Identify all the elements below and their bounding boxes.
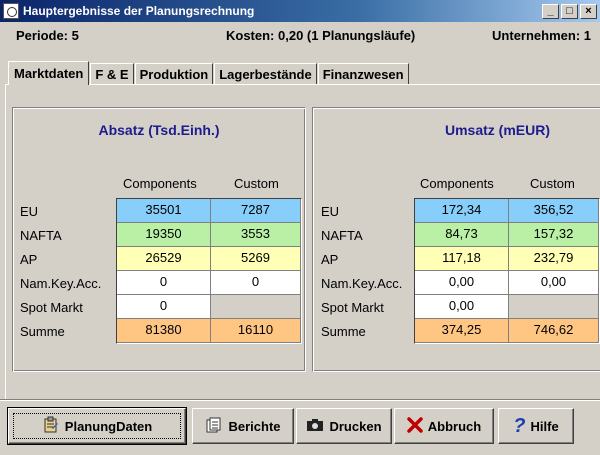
umsatz-grid: 172,34 356,52 84,73 157,32 117,18 232,79… <box>414 198 600 344</box>
umsatz-row-label: Spot Markt <box>321 300 384 315</box>
tab-strip: Marktdaten F & E Produktion Lagerbeständ… <box>8 60 410 85</box>
umsatz-cell[interactable]: 0,00 <box>415 295 509 319</box>
umsatz-cell[interactable]: 374,25 <box>415 319 509 343</box>
tab-lagerbestaende[interactable]: Lagerbestände <box>214 63 317 84</box>
absatz-cell[interactable]: 81380 <box>117 319 211 343</box>
tab-produktion[interactable]: Produktion <box>134 63 214 84</box>
tab-fe[interactable]: F & E <box>90 63 134 84</box>
info-bar: Periode: 5 Kosten: 0,20 (1 Planungsläufe… <box>16 28 591 46</box>
umsatz-col-components: Components <box>420 176 494 191</box>
absatz-col-custom: Custom <box>234 176 279 191</box>
planungdaten-button[interactable]: PlanungDaten <box>7 407 187 445</box>
report-icon <box>205 416 223 437</box>
umsatz-cell[interactable]: 84,73 <box>415 223 509 247</box>
absatz-cell[interactable]: 3553 <box>211 223 301 247</box>
absatz-cell[interactable]: 0 <box>117 295 211 319</box>
absatz-cell[interactable]: 5269 <box>211 247 301 271</box>
berichte-button[interactable]: Berichte <box>192 408 294 444</box>
planungdaten-label: PlanungDaten <box>64 418 153 434</box>
umsatz-cell-empty <box>509 295 599 319</box>
absatz-cell[interactable]: 35501 <box>117 199 211 223</box>
minimize-button[interactable]: _ <box>542 3 559 19</box>
absatz-cell[interactable]: 7287 <box>211 199 301 223</box>
absatz-cell[interactable]: 26529 <box>117 247 211 271</box>
help-question-icon: ? <box>513 415 526 437</box>
absatz-row-label: NAFTA <box>20 228 62 243</box>
umsatz-cell[interactable]: 746,62 <box>509 319 599 343</box>
camera-icon <box>306 416 324 437</box>
kosten-label: Kosten: 0,20 (1 Planungsläufe) <box>226 28 416 43</box>
title-bar: Hauptergebnisse der Planungsrechnung _ □… <box>0 0 600 22</box>
absatz-row-label: Nam.Key.Acc. <box>20 276 102 291</box>
tab-finanzwesen[interactable]: Finanzwesen <box>317 63 409 84</box>
umsatz-row-label: Summe <box>321 324 366 339</box>
cancel-x-icon <box>407 416 423 436</box>
umsatz-cell[interactable]: 232,79 <box>509 247 599 271</box>
maximize-button[interactable]: □ <box>561 3 578 19</box>
absatz-title: Absatz (Tsd.Einh.) <box>98 122 220 138</box>
umsatz-cell[interactable]: 0,00 <box>509 271 599 295</box>
umsatz-cell[interactable]: 157,32 <box>509 223 599 247</box>
absatz-cell[interactable]: 16110 <box>211 319 301 343</box>
berichte-label: Berichte <box>228 418 281 434</box>
app-icon <box>3 3 19 19</box>
absatz-row-label: EU <box>20 204 39 219</box>
umsatz-row-label: NAFTA <box>321 228 363 243</box>
umsatz-cell[interactable]: 0,00 <box>415 271 509 295</box>
absatz-row-label: Summe <box>20 324 65 339</box>
umsatz-row-label: Nam.Key.Acc. <box>321 276 403 291</box>
absatz-cell[interactable]: 0 <box>211 271 301 295</box>
unternehmen-label: Unternehmen: 1 <box>492 28 591 43</box>
umsatz-cell[interactable]: 117,18 <box>415 247 509 271</box>
drucken-button[interactable]: Drucken <box>296 408 392 444</box>
hilfe-label: Hilfe <box>530 418 559 434</box>
umsatz-cell[interactable]: 172,34 <box>415 199 509 223</box>
absatz-row-label: Spot Markt <box>20 300 83 315</box>
absatz-cell-empty <box>211 295 301 319</box>
absatz-cell[interactable]: 0 <box>117 271 211 295</box>
umsatz-row-label: AP <box>321 252 339 267</box>
hilfe-button[interactable]: ? Hilfe <box>498 408 574 444</box>
umsatz-cell[interactable]: 356,52 <box>509 199 599 223</box>
absatz-grid: 35501 7287 19350 3553 26529 5269 0 0 0 8… <box>116 198 302 344</box>
close-button[interactable]: × <box>580 3 597 19</box>
abbruch-button[interactable]: Abbruch <box>394 408 494 444</box>
periode-label: Periode: 5 <box>16 28 79 43</box>
abbruch-label: Abbruch <box>427 418 482 434</box>
window-title: Hauptergebnisse der Planungsrechnung <box>23 4 255 18</box>
umsatz-row-label: EU <box>321 204 340 219</box>
tab-marktdaten[interactable]: Marktdaten <box>8 61 90 85</box>
clipboard-icon <box>42 416 60 437</box>
umsatz-title: Umsatz (mEUR) <box>445 122 551 138</box>
umsatz-col-custom: Custom <box>530 176 575 191</box>
button-bar-divider <box>0 399 600 401</box>
absatz-col-components: Components <box>123 176 197 191</box>
absatz-row-label: AP <box>20 252 38 267</box>
absatz-cell[interactable]: 19350 <box>117 223 211 247</box>
drucken-label: Drucken <box>329 418 382 434</box>
